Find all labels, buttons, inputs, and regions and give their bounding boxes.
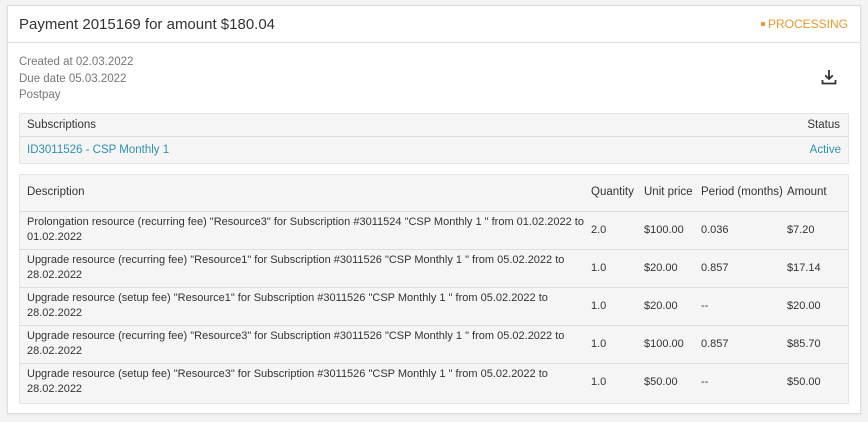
row-quantity: 1.0: [591, 375, 607, 388]
subscriptions-status-label: Status: [807, 119, 840, 131]
subscriptions-header: Subscriptions Status: [20, 114, 848, 137]
table-row: Upgrade resource (setup fee) "Resource3"…: [20, 363, 848, 401]
subscriptions-label: Subscriptions: [27, 119, 97, 131]
row-description: Upgrade resource (recurring fee) "Resour…: [20, 325, 591, 364]
subscription-status: Active: [809, 144, 841, 156]
page-title: Payment 2015169 for amount $180.04: [19, 15, 276, 33]
row-description: Upgrade resource (recurring fee) "Resour…: [20, 249, 591, 288]
column-unit-price: Unit price: [644, 175, 701, 212]
row-quantity: 1.0: [591, 249, 644, 288]
row-unit-price: $20.00: [644, 287, 701, 326]
row-amount: $50.00: [787, 375, 821, 388]
payment-header: Payment 2015169 for amount $180.04 PROCE…: [8, 6, 860, 43]
table-row: Upgrade resource (setup fee) "Resource1"…: [20, 287, 848, 326]
row-amount: $17.14: [787, 249, 848, 288]
status-label: PROCESSING: [767, 17, 848, 31]
column-description: Description: [20, 175, 591, 212]
row-period: --: [701, 287, 787, 326]
line-items-panel: Description Quantity Unit price Period (…: [19, 174, 849, 404]
payment-meta: Created at 02.03.2022 Due date 05.03.202…: [19, 54, 133, 104]
row-unit-price: $100.00: [644, 325, 701, 364]
row-amount: $85.70: [787, 325, 848, 364]
row-quantity: 1.0: [591, 325, 644, 364]
row-unit-price: $20.00: [644, 249, 701, 288]
download-icon[interactable]: [820, 68, 838, 86]
status-badge: PROCESSING: [760, 17, 848, 31]
row-quantity: 2.0: [591, 211, 644, 250]
row-amount: $7.20: [787, 211, 848, 250]
table-row: Upgrade resource (recurring fee) "Resour…: [20, 249, 848, 288]
column-quantity: Quantity: [591, 175, 644, 212]
payment-card: Payment 2015169 for amount $180.04 PROCE…: [7, 5, 861, 414]
payment-type: Postpay: [19, 89, 61, 101]
created-date: Created at 02.03.2022: [19, 56, 134, 68]
subscriptions-panel: Subscriptions Status ID3011526 - CSP Mon…: [19, 113, 849, 164]
column-amount: Amount: [787, 175, 848, 212]
table-row: Prolongation resource (recurring fee) "R…: [20, 211, 848, 250]
table-row: Upgrade resource (recurring fee) "Resour…: [20, 325, 848, 364]
row-period: 0.036: [701, 211, 787, 250]
row-description: Upgrade resource (setup fee) "Resource1"…: [20, 287, 591, 326]
row-description: Upgrade resource (setup fee) "Resource3"…: [27, 368, 548, 396]
status-dot-icon: [760, 22, 765, 26]
row-unit-price: $100.00: [644, 211, 701, 250]
row-unit-price: $50.00: [644, 375, 678, 388]
row-description: Prolongation resource (recurring fee) "R…: [20, 211, 591, 250]
row-period: 0.857: [701, 249, 787, 288]
table-header-row: Description Quantity Unit price Period (…: [20, 175, 848, 212]
due-date: Due date 05.03.2022: [19, 72, 127, 85]
row-period: 0.857: [701, 325, 787, 364]
row-amount: $20.00: [787, 287, 848, 326]
subscription-row: ID3011526 - CSP Monthly 1 Active: [20, 137, 848, 163]
row-quantity: 1.0: [591, 287, 644, 326]
column-period: Period (months): [701, 175, 787, 212]
row-period: --: [701, 375, 709, 388]
line-items-table: Description Quantity Unit price Period (…: [20, 175, 848, 401]
subscription-link[interactable]: ID3011526 - CSP Monthly 1: [27, 144, 169, 156]
